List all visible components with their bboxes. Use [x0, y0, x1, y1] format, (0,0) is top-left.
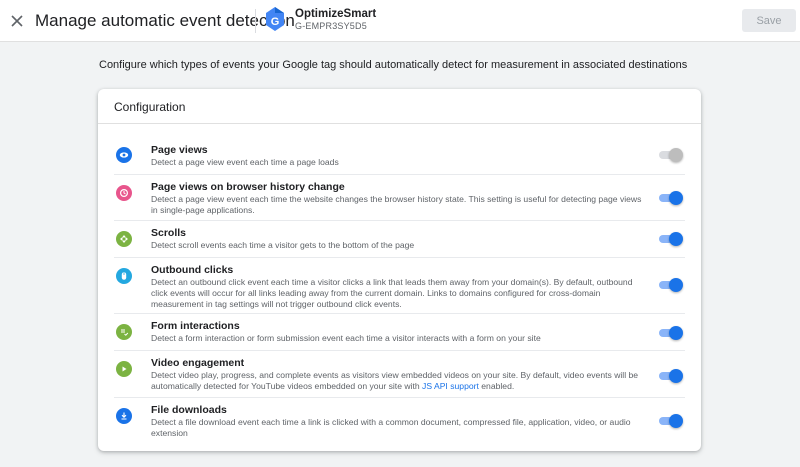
- page-views-toggle[interactable]: [659, 148, 683, 162]
- file-downloads-toggle[interactable]: [659, 414, 683, 428]
- google-tag-icon: G: [266, 7, 284, 31]
- history-change-toggle[interactable]: [659, 191, 683, 205]
- top-app-bar: Manage automatic event detection G Optim…: [0, 0, 800, 42]
- setting-label: Outbound clicks: [151, 264, 234, 276]
- card-title: Configuration: [114, 100, 186, 114]
- intro-text: Configure which types of events your Goo…: [99, 59, 688, 71]
- description-text: Detect video play, progress, and complet…: [151, 370, 639, 391]
- setting-label: Page views on browser history change: [151, 181, 345, 193]
- setting-label: Form interactions: [151, 320, 240, 332]
- setting-row-video-engagement: Video engagement Detect video play, prog…: [98, 351, 701, 398]
- setting-description: Detect an outbound click event each time…: [151, 277, 633, 309]
- save-button[interactable]: Save: [742, 9, 796, 32]
- tag-id: G-EMPR3SY5D5: [295, 21, 367, 31]
- setting-row-scrolls: Scrolls Detect scroll events each time a…: [98, 221, 701, 258]
- setting-row-outbound-clicks: Outbound clicks Detect an outbound click…: [98, 258, 701, 314]
- scrolls-toggle[interactable]: [659, 232, 683, 246]
- mouse-icon: [116, 268, 132, 284]
- setting-label: Page views: [151, 144, 208, 156]
- js-api-support-link[interactable]: JS API support: [422, 381, 479, 391]
- svg-text:G: G: [271, 16, 280, 28]
- setting-description: Detect a page view event each time a pag…: [151, 157, 339, 167]
- description-text-end: enabled.: [478, 381, 515, 391]
- setting-description: Detect video play, progress, and complet…: [151, 370, 648, 392]
- outbound-clicks-toggle[interactable]: [659, 278, 683, 292]
- setting-label: Scrolls: [151, 227, 187, 239]
- form-interactions-toggle[interactable]: [659, 326, 683, 340]
- account-name: OptimizeSmart: [295, 8, 377, 20]
- video-engagement-toggle[interactable]: [659, 369, 683, 383]
- setting-row-form-interactions: Form interactions Detect a form interact…: [98, 314, 701, 351]
- setting-description: Detect a form interaction or form submis…: [151, 333, 541, 343]
- setting-description: Detect a page view event each time the w…: [151, 194, 642, 215]
- setting-row-page-views: Page views Detect a page view event each…: [98, 138, 701, 175]
- header-divider: [255, 9, 256, 33]
- download-icon: [116, 408, 132, 424]
- close-icon: [11, 15, 23, 27]
- eye-icon: [116, 147, 132, 163]
- setting-description: Detect scroll events each time a visitor…: [151, 240, 415, 250]
- setting-row-history-change: Page views on browser history change Det…: [98, 175, 701, 221]
- form-icon: [116, 324, 132, 340]
- card-divider: [98, 123, 701, 124]
- scroll-arrows-icon: [116, 231, 132, 247]
- configuration-card: Configuration Page views Detect a page v…: [98, 89, 701, 451]
- setting-label: Video engagement: [151, 357, 245, 369]
- play-icon: [116, 361, 132, 377]
- setting-row-file-downloads: File downloads Detect a file download ev…: [98, 398, 701, 445]
- setting-description: Detect a file download event each time a…: [151, 417, 631, 438]
- close-button[interactable]: [2, 6, 32, 36]
- history-icon: [116, 185, 132, 201]
- setting-label: File downloads: [151, 404, 227, 416]
